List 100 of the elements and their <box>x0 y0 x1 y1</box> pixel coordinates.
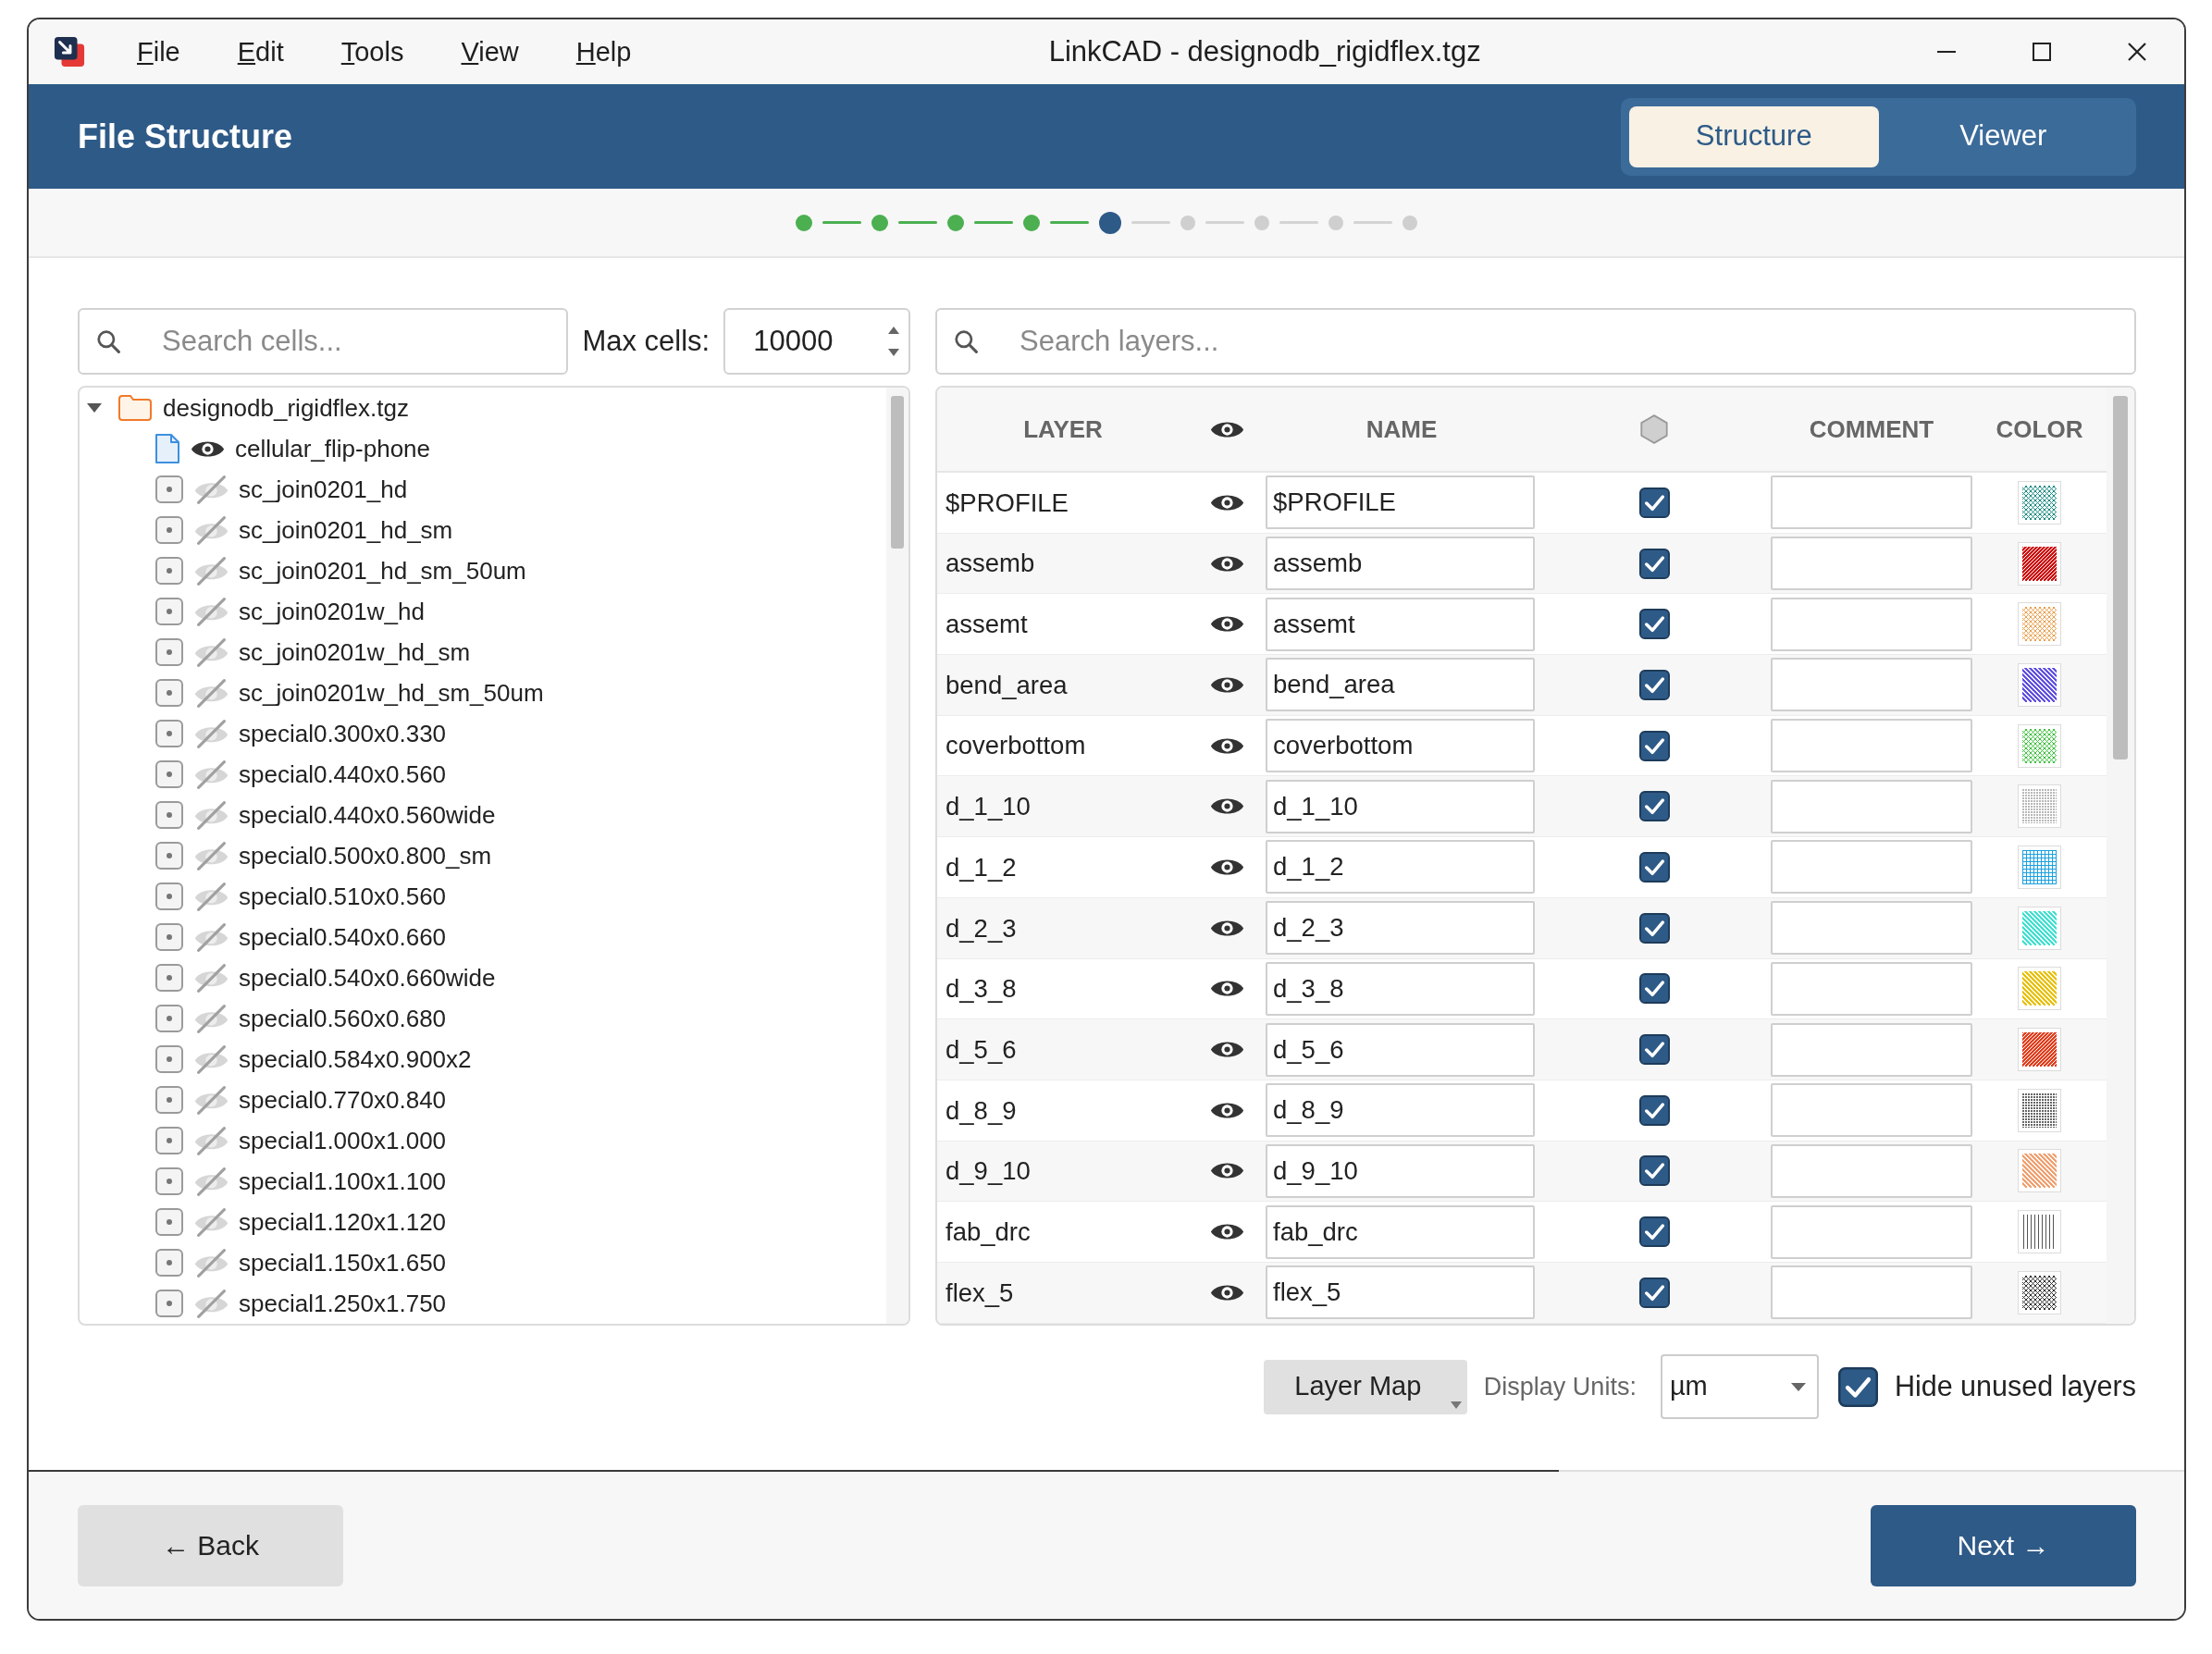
color-swatch-icon[interactable] <box>2018 602 2061 647</box>
tree-item[interactable]: special1.250x1.750 <box>239 1285 447 1322</box>
checkbox[interactable] <box>1638 669 1670 700</box>
menu-item[interactable]: Edit <box>237 34 284 69</box>
eye-slash-icon[interactable] <box>194 1207 229 1237</box>
scrollbar[interactable] <box>891 396 904 549</box>
tree-item[interactable]: sc_join0201w_hd_sm_50um <box>239 674 544 711</box>
color-swatch-icon[interactable] <box>2018 480 2061 525</box>
back-button[interactable]: ← Back <box>78 1504 343 1586</box>
name-input[interactable]: d_1_2 <box>1266 840 1535 895</box>
eye-slash-icon[interactable] <box>194 637 229 667</box>
eye-slash-icon[interactable] <box>194 678 229 708</box>
tree-item[interactable]: special0.300x0.330 <box>239 715 447 752</box>
eye-slash-icon[interactable] <box>194 1248 229 1278</box>
tree-item[interactable]: special0.540x0.660 <box>239 919 447 956</box>
tab[interactable]: Viewer <box>1878 105 2128 167</box>
comment-input[interactable] <box>1771 901 1972 956</box>
name-input[interactable]: d_2_3 <box>1266 901 1535 956</box>
tree-item[interactable]: sc_join0201w_hd_sm <box>239 634 471 671</box>
tree-item[interactable]: sc_join0201w_hd <box>239 593 425 630</box>
name-input[interactable]: bend_area <box>1266 658 1535 712</box>
units-select[interactable]: µm <box>1660 1354 1819 1419</box>
name-input[interactable]: flex_5 <box>1266 1265 1535 1320</box>
color-swatch-icon[interactable] <box>2018 1270 2061 1315</box>
menu-item[interactable]: Help <box>575 34 632 69</box>
menu-item[interactable]: View <box>461 34 519 69</box>
tree-item[interactable]: special0.770x0.840 <box>239 1081 447 1118</box>
checkbox[interactable] <box>1638 912 1670 944</box>
search-field[interactable]: Search layers... <box>935 308 2136 375</box>
tree-item[interactable]: special0.440x0.560wide <box>239 796 496 833</box>
checkbox[interactable] <box>1638 973 1670 1005</box>
tree-item[interactable]: sc_join0201_hd_sm_50um <box>239 552 526 589</box>
color-swatch-icon[interactable] <box>2018 1028 2061 1072</box>
comment-input[interactable] <box>1771 1022 1972 1077</box>
checkbox[interactable] <box>1638 1216 1670 1248</box>
caret-down-icon[interactable] <box>87 403 102 413</box>
tree-item[interactable]: special0.560x0.680 <box>239 1000 447 1037</box>
color-swatch-icon[interactable] <box>2018 723 2061 768</box>
color-swatch-icon[interactable] <box>2018 1149 2061 1193</box>
checkbox[interactable] <box>1638 548 1670 579</box>
tree-item[interactable]: special0.510x0.560 <box>239 878 447 915</box>
comment-input[interactable] <box>1771 475 1972 530</box>
name-input[interactable]: fab_drc <box>1266 1204 1535 1259</box>
eye-slash-icon[interactable] <box>194 1289 229 1318</box>
checkbox[interactable] <box>1837 1366 1878 1407</box>
eye-slash-icon[interactable] <box>194 1126 229 1155</box>
tree-item[interactable]: special1.000x1.000 <box>239 1122 447 1159</box>
comment-input[interactable] <box>1771 961 1972 1016</box>
checkbox[interactable] <box>1638 1034 1670 1066</box>
tab[interactable]: Structure <box>1629 105 1879 167</box>
eye-slash-icon[interactable] <box>194 719 229 748</box>
eye-slash-icon[interactable] <box>194 597 229 626</box>
layer-map-button[interactable]: Layer Map <box>1263 1359 1467 1414</box>
eye-slash-icon[interactable] <box>194 1166 229 1196</box>
name-input[interactable]: assemb <box>1266 537 1535 591</box>
eye-slash-icon[interactable] <box>194 1044 229 1074</box>
menu-item[interactable]: File <box>137 34 180 69</box>
checkbox[interactable] <box>1638 1277 1670 1308</box>
checkbox[interactable] <box>1638 730 1670 761</box>
tree-item[interactable]: special1.120x1.120 <box>239 1203 447 1240</box>
comment-input[interactable] <box>1771 1204 1972 1259</box>
eye-slash-icon[interactable] <box>194 1004 229 1033</box>
eye-slash-icon[interactable] <box>194 515 229 545</box>
comment-input[interactable] <box>1771 658 1972 712</box>
name-input[interactable]: assemt <box>1266 597 1535 651</box>
name-input[interactable]: $PROFILE <box>1266 475 1535 530</box>
color-swatch-icon[interactable] <box>2018 662 2061 707</box>
next-button[interactable]: Next → <box>1871 1504 2136 1586</box>
comment-input[interactable] <box>1771 1265 1972 1320</box>
eye-slash-icon[interactable] <box>194 882 229 911</box>
tree-item[interactable]: special0.584x0.900x2 <box>239 1041 472 1078</box>
tree-item[interactable]: special0.440x0.560 <box>239 756 447 793</box>
search-field[interactable]: Search cells... <box>78 308 569 375</box>
color-swatch-icon[interactable] <box>2018 1210 2061 1254</box>
name-input[interactable]: d_5_6 <box>1266 1022 1535 1077</box>
comment-input[interactable] <box>1771 1143 1972 1198</box>
checkbox[interactable] <box>1638 609 1670 640</box>
tree-item[interactable]: special1.100x1.100 <box>239 1163 447 1200</box>
name-input[interactable]: d_9_10 <box>1266 1143 1535 1198</box>
tree-item[interactable]: sc_join0201_hd_sm <box>239 512 453 549</box>
color-swatch-icon[interactable] <box>2018 845 2061 889</box>
tree-item[interactable]: special0.500x0.800_sm <box>239 837 492 874</box>
menu-item[interactable]: Tools <box>340 34 404 69</box>
checkbox[interactable] <box>1638 791 1670 822</box>
eye-slash-icon[interactable] <box>194 759 229 789</box>
name-input[interactable]: d_3_8 <box>1266 961 1535 1016</box>
comment-input[interactable] <box>1771 597 1972 651</box>
comment-input[interactable] <box>1771 1083 1972 1138</box>
scrollbar[interactable] <box>2113 396 2128 759</box>
comment-input[interactable] <box>1771 537 1972 591</box>
name-input[interactable]: coverbottom <box>1266 719 1535 773</box>
comment-input[interactable] <box>1771 779 1972 833</box>
checkbox[interactable] <box>1638 1155 1670 1187</box>
eye-slash-icon[interactable] <box>194 963 229 993</box>
tree-item[interactable]: cellular_flip-phone <box>235 430 431 467</box>
spin-arrows-icon[interactable] <box>886 325 901 358</box>
tree-item[interactable]: designodb_rigidflex.tgz <box>163 389 409 426</box>
name-input[interactable]: d_1_10 <box>1266 779 1535 833</box>
color-swatch-icon[interactable] <box>2018 784 2061 829</box>
eye-slash-icon[interactable] <box>194 556 229 586</box>
